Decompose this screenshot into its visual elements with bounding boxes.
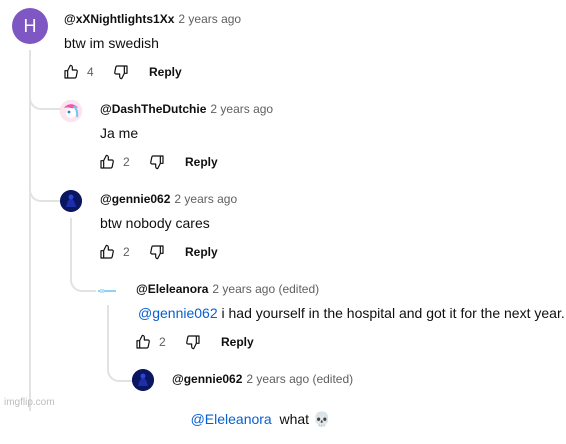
thumbs-down-icon[interactable] [113, 64, 129, 80]
pony-avatar-icon [60, 100, 82, 122]
author-name[interactable]: @gennie062 [100, 192, 170, 206]
thumbs-up-icon[interactable] [135, 334, 151, 350]
reply-button[interactable]: Reply [185, 245, 218, 259]
comment-actions: 2 Reply [99, 152, 218, 172]
comment-text: btw nobody cares [100, 215, 210, 231]
avatar-letter: H [23, 16, 37, 36]
reply-button[interactable]: Reply [185, 155, 218, 169]
reply-button[interactable]: Reply [221, 335, 254, 349]
author-line: @xXNightlights1Xx 2 years ago [64, 12, 241, 26]
comment-actions: 4 Reply [63, 62, 182, 82]
comment-time[interactable]: 2 years ago (edited) [212, 282, 319, 296]
comment-actions: 2 Reply [99, 242, 218, 262]
thread-connector-2 [29, 184, 61, 202]
avatar[interactable]: H [12, 8, 48, 44]
thumbs-down-icon[interactable] [149, 154, 165, 170]
thread-line-2 [70, 218, 98, 292]
thread-line-3 [107, 305, 133, 382]
comment-body: what 💀 [271, 411, 331, 427]
like-count: 2 [123, 155, 130, 169]
author-line: @DashTheDutchie 2 years ago [100, 102, 273, 116]
comment-text: Ja me [100, 125, 138, 141]
like-count: 4 [87, 65, 94, 79]
mention-link[interactable]: @Eleleanora [191, 411, 272, 427]
author-name[interactable]: @xXNightlights1Xx [64, 12, 174, 26]
author-line: @gennie062 2 years ago (edited) [172, 372, 353, 386]
avatar[interactable] [60, 100, 82, 122]
comment-body: i had yourself in the hospital and got i… [217, 305, 565, 321]
comment-time[interactable]: 2 years ago [174, 192, 237, 206]
thumbs-down-icon[interactable] [185, 334, 201, 350]
thumbs-up-icon[interactable] [99, 244, 115, 260]
author-line: @Eleleanora 2 years ago (edited) [136, 282, 319, 296]
dark-figure-avatar-icon [60, 190, 82, 212]
avatar[interactable] [60, 190, 82, 212]
reply-button[interactable]: Reply [149, 65, 182, 79]
comment-text: btw im swedish [64, 35, 159, 51]
thumbs-up-icon[interactable] [99, 154, 115, 170]
comment-time[interactable]: 2 years ago [210, 102, 273, 116]
like-count: 2 [123, 245, 130, 259]
comment-body: btw nobody cares [100, 215, 210, 231]
avatar[interactable] [132, 369, 154, 391]
thread-connector-1 [29, 92, 61, 110]
comment-time[interactable]: 2 years ago [178, 12, 241, 26]
small-logo-avatar-icon [98, 289, 116, 293]
comment-body: btw im swedish [64, 35, 159, 51]
comment-text: @Eleleanora what 💀 [175, 395, 331, 444]
author-name[interactable]: @gennie062 [172, 372, 242, 386]
comment-actions: 2 Reply [135, 332, 254, 352]
mention-link[interactable]: @gennie062 [138, 305, 218, 321]
comment-time[interactable]: 2 years ago (edited) [246, 372, 353, 386]
comment-body: Ja me [100, 125, 139, 141]
thumbs-up-icon[interactable] [63, 64, 79, 80]
thumbs-down-icon[interactable] [149, 244, 165, 260]
like-count: 2 [159, 335, 166, 349]
dark-figure-avatar-icon [132, 369, 154, 391]
avatar[interactable] [96, 280, 118, 302]
comment-thread: { "comments": [ { "avatar": {"letter": "… [0, 0, 566, 427]
author-name[interactable]: @DashTheDutchie [100, 102, 206, 116]
author-line: @gennie062 2 years ago [100, 192, 237, 206]
watermark: imgflip.com [4, 397, 55, 408]
author-name[interactable]: @Eleleanora [136, 282, 208, 296]
comment-text: @gennie062 i had yourself in the hospita… [138, 305, 565, 321]
